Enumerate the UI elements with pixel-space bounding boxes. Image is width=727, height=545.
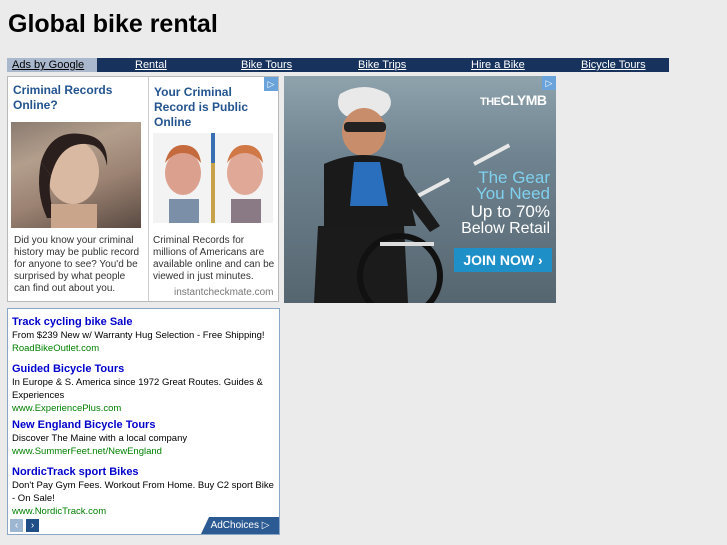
text-ad-title[interactable]: New England Bicycle Tours	[12, 418, 278, 432]
ad-body-right: Criminal Records for millions of America…	[153, 235, 275, 282]
text-ad[interactable]: New England Bicycle Tours Discover The M…	[12, 418, 278, 458]
next-ad-button[interactable]: ›	[26, 519, 39, 532]
ads-by-google-link[interactable]: Ads by Google	[7, 58, 97, 72]
text-ad-url[interactable]: www.NordicTrack.com	[12, 505, 278, 518]
text-ads-block: Track cycling bike Sale From $239 New w/…	[7, 308, 280, 535]
text-ad-description: From $239 New w/ Warranty Hug Selection …	[12, 330, 265, 341]
mugshot-photo-woman[interactable]	[11, 122, 141, 228]
text-ad-description: In Europe & S. America since 1972 Great …	[12, 377, 263, 401]
text-ad-url[interactable]: www.SummerFeet.net/NewEngland	[12, 445, 278, 458]
criminal-records-ad[interactable]: Criminal Records Online? Did you know yo…	[7, 76, 279, 302]
page: Global bike rental Ads by Google Rental …	[0, 0, 727, 545]
text-ad-title[interactable]: Guided Bicycle Tours	[12, 362, 278, 376]
nav-link-rental[interactable]: Rental	[135, 58, 167, 72]
text-ad-description: Discover The Maine with a local company	[12, 433, 188, 444]
text-ad-url[interactable]: RoadBikeOutlet.com	[12, 342, 278, 355]
ad-divider	[148, 77, 149, 301]
text-ad[interactable]: NordicTrack sport Bikes Don't Pay Gym Fe…	[12, 465, 278, 518]
previous-ad-button[interactable]: ‹	[10, 519, 23, 532]
ad-link-bar: Ads by Google Rental Bike Tours Bike Tri…	[7, 58, 669, 72]
nav-link-bicycle-tours[interactable]: Bicycle Tours	[581, 58, 646, 72]
page-title: Global bike rental	[8, 10, 218, 38]
text-ad[interactable]: Guided Bicycle Tours In Europe & S. Amer…	[12, 362, 278, 415]
adchoices-badge[interactable]: AdChoices ▷	[201, 517, 279, 534]
text-ad-title[interactable]: NordicTrack sport Bikes	[12, 465, 278, 479]
text-ad-description: Don't Pay Gym Fees. Workout From Home. B…	[12, 480, 274, 504]
text-ad-title[interactable]: Track cycling bike Sale	[12, 315, 278, 329]
adchoices-icon[interactable]: ▷	[264, 77, 278, 91]
ad-headline-left[interactable]: Criminal Records Online?	[13, 83, 133, 113]
text-ad[interactable]: Track cycling bike Sale From $239 New w/…	[12, 315, 278, 355]
ad-body-left: Did you know your criminal history may b…	[14, 235, 140, 294]
clymb-tagline-4: Below Retail	[461, 220, 550, 237]
nav-link-bike-tours[interactable]: Bike Tours	[241, 58, 292, 72]
ad-headline-right[interactable]: Your Criminal Record is Public Online	[154, 85, 274, 130]
the-clymb-ad[interactable]: THECLYMB The Gear You Need Up to 70% Bel…	[284, 76, 556, 303]
clymb-tagline-2: You Need	[475, 184, 550, 203]
clymb-tagline-3: Up to 70%	[470, 202, 550, 221]
ad-display-url[interactable]: instantcheckmate.com	[174, 287, 274, 298]
nav-link-hire-a-bike[interactable]: Hire a Bike	[471, 58, 525, 72]
join-now-button[interactable]: JOIN NOW ›	[454, 248, 552, 272]
clymb-logo: THECLYMB	[480, 92, 547, 108]
mugshot-photo-men[interactable]	[153, 133, 273, 223]
nav-link-bike-trips[interactable]: Bike Trips	[358, 58, 406, 72]
text-ad-url[interactable]: www.ExperiencePlus.com	[12, 402, 278, 415]
adchoices-icon[interactable]: ▷	[542, 76, 556, 90]
